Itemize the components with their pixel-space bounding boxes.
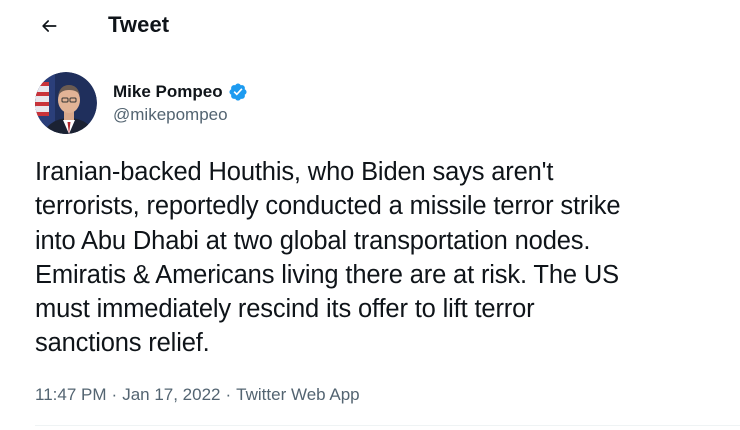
divider	[35, 425, 740, 426]
display-name[interactable]: Mike Pompeo	[113, 82, 223, 102]
tweet-date[interactable]: Jan 17, 2022	[122, 385, 220, 405]
avatar-image	[35, 72, 97, 134]
meta-separator: ·	[225, 385, 232, 404]
tweet-time[interactable]: 11:47 PM	[35, 385, 107, 405]
page-title: Tweet	[108, 12, 170, 37]
verified-badge-icon	[229, 82, 247, 101]
display-name-row: Mike Pompeo	[113, 82, 248, 102]
tweet-author: Mike Pompeo @mikepompeo	[35, 72, 248, 134]
author-names: Mike Pompeo @mikepompeo	[113, 82, 248, 125]
meta-separator: ·	[111, 385, 118, 404]
arrow-left-icon	[42, 20, 57, 32]
tweet-meta: 11:47 PM · Jan 17, 2022 · Twitter Web Ap…	[35, 385, 360, 405]
back-button[interactable]	[32, 9, 66, 43]
avatar[interactable]	[35, 72, 97, 134]
tweet-text: Iranian-backed Houthis, who Biden says a…	[35, 158, 621, 358]
author-handle[interactable]: @mikepompeo	[113, 105, 248, 125]
tweet-source[interactable]: Twitter Web App	[236, 385, 359, 405]
tweet-header: Tweet	[0, 0, 740, 54]
